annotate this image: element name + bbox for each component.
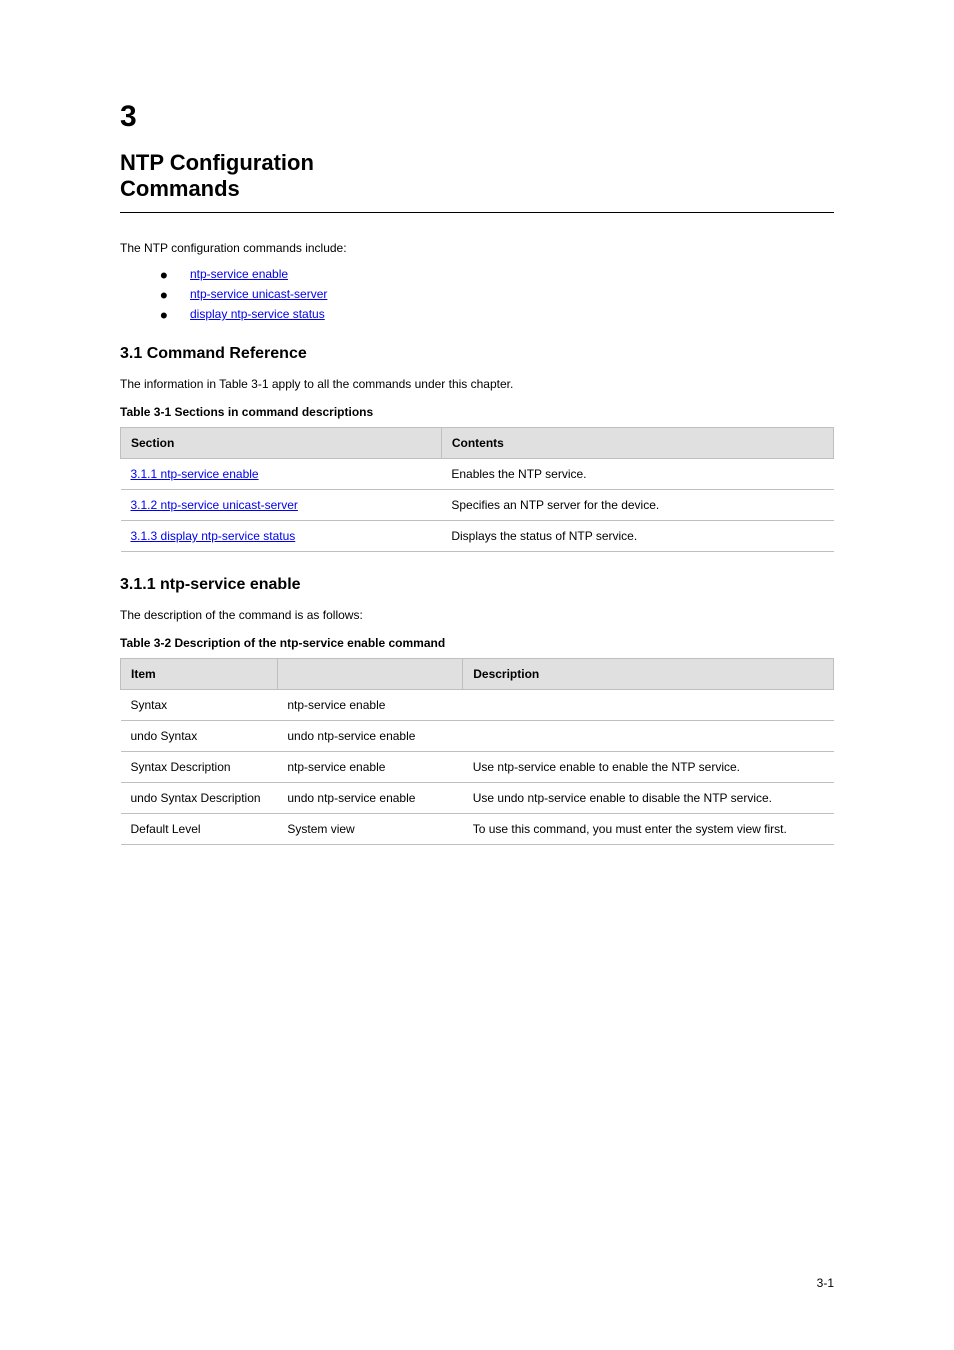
- table-row: Default Level System view To use this co…: [121, 814, 834, 845]
- cell-desc: To use this command, you must enter the …: [463, 814, 834, 845]
- section-description: The description of the command is as fol…: [120, 608, 834, 622]
- section-heading-3-1: 3.1 Command Reference: [120, 345, 834, 363]
- link-3-1-3[interactable]: 3.1.3 display ntp-service status: [131, 529, 296, 543]
- table-3-1: Section Contents 3.1.1 ntp-service enabl…: [120, 427, 834, 552]
- table-caption-3-2: Table 3-2 Description of the ntp-service…: [120, 636, 834, 650]
- table-3-2: Item Description Syntax ntp-service enab…: [120, 658, 834, 845]
- table-header-contents: Contents: [441, 428, 833, 459]
- table-header-section: Section: [121, 428, 442, 459]
- link-item-3[interactable]: display ntp-service status: [190, 307, 325, 321]
- cell-item: undo Syntax Description: [121, 783, 278, 814]
- cell-desc: Use undo ntp-service enable to disable t…: [463, 783, 834, 814]
- page-number: 3-1: [817, 1276, 834, 1290]
- section-heading-3-1-1: 3.1.1 ntp-service enable: [120, 576, 834, 594]
- table-row: undo Syntax undo ntp-service enable: [121, 721, 834, 752]
- chapter-number: 3: [120, 100, 834, 134]
- table-row: undo Syntax Description undo ntp-service…: [121, 783, 834, 814]
- link-item-1[interactable]: ntp-service enable: [190, 267, 288, 281]
- link-3-1-1[interactable]: 3.1.1 ntp-service enable: [131, 467, 259, 481]
- chapter-title-line2: Commands: [120, 176, 834, 202]
- cell-item: Syntax: [121, 690, 278, 721]
- cell-desc: Enables the NTP service.: [441, 459, 833, 490]
- title-divider: [120, 212, 834, 213]
- table-header-item: Item: [121, 659, 278, 690]
- cell-item: Syntax Description: [121, 752, 278, 783]
- cell-desc: Displays the status of NTP service.: [441, 521, 833, 552]
- cell-desc: [463, 721, 834, 752]
- table-caption-3-1: Table 3-1 Sections in command descriptio…: [120, 405, 834, 419]
- table-header-description: Description: [463, 659, 834, 690]
- table-row: 3.1.3 display ntp-service status Display…: [121, 521, 834, 552]
- cell-value: ntp-service enable: [277, 752, 462, 783]
- link-3-1-2[interactable]: 3.1.2 ntp-service unicast-server: [131, 498, 298, 512]
- cell-value: ntp-service enable: [277, 690, 462, 721]
- cell-desc: Specifies an NTP server for the device.: [441, 490, 833, 521]
- cell-value: undo ntp-service enable: [277, 721, 462, 752]
- table-row: Syntax Description ntp-service enable Us…: [121, 752, 834, 783]
- cell-value: undo ntp-service enable: [277, 783, 462, 814]
- bullet-list: ntp-service enable ntp-service unicast-s…: [160, 267, 834, 321]
- table-header-blank: [277, 659, 462, 690]
- cell-desc: [463, 690, 834, 721]
- table-row: 3.1.2 ntp-service unicast-server Specifi…: [121, 490, 834, 521]
- table-row: 3.1.1 ntp-service enable Enables the NTP…: [121, 459, 834, 490]
- cell-desc: Use ntp-service enable to enable the NTP…: [463, 752, 834, 783]
- page-footer: 3-1: [120, 1276, 834, 1290]
- list-item: ntp-service enable: [160, 267, 834, 281]
- list-item: ntp-service unicast-server: [160, 287, 834, 301]
- cell-value: System view: [277, 814, 462, 845]
- intro-text: The NTP configuration commands include:: [120, 241, 834, 255]
- list-item: display ntp-service status: [160, 307, 834, 321]
- cell-item: undo Syntax: [121, 721, 278, 752]
- chapter-title-line1: NTP Configuration: [120, 150, 834, 176]
- cell-item: Default Level: [121, 814, 278, 845]
- link-item-2[interactable]: ntp-service unicast-server: [190, 287, 327, 301]
- section-description: The information in Table 3-1 apply to al…: [120, 377, 834, 391]
- table-row: Syntax ntp-service enable: [121, 690, 834, 721]
